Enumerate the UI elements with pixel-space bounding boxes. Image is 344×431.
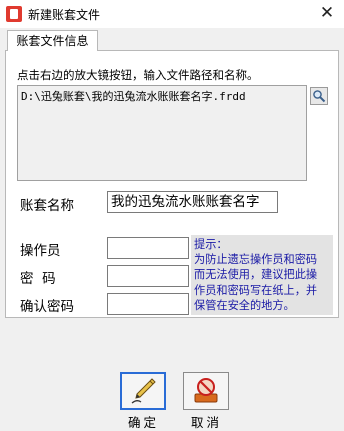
tab-panel: 点击右边的放大镜按钮，输入文件路径和名称。 D:\迅兔账套\我的迅兔流水账账套名…: [5, 50, 339, 318]
ok-button-label: 确定: [128, 415, 160, 430]
pen-nib-icon: [131, 378, 156, 404]
tab-account-file-info[interactable]: 账套文件信息: [7, 30, 98, 51]
file-path-field: D:\迅兔账套\我的迅兔流水账账套名字.frdd: [17, 85, 307, 181]
operator-label: 操作员: [20, 243, 61, 259]
magnifier-icon: [313, 90, 326, 103]
close-button[interactable]: ✕: [310, 0, 344, 28]
window-title: 新建账套文件: [28, 8, 101, 22]
browse-button[interactable]: [310, 87, 328, 105]
password-input[interactable]: [107, 265, 189, 287]
path-hint-text: 点击右边的放大镜按钮，输入文件路径和名称。: [17, 68, 259, 82]
password-label: 密 码: [20, 271, 56, 287]
operator-input[interactable]: [107, 237, 189, 259]
tip-line: 作员和密码写在纸上，并: [194, 283, 318, 297]
tip-line: 而无法使用，建议把此操: [194, 268, 318, 282]
cancel-button-label: 取消: [191, 415, 223, 430]
tip-box: 提示： 为防止遗忘操作员和密码 而无法使用，建议把此操 作员和密码写在纸上，并 …: [191, 235, 333, 315]
confirm-password-input[interactable]: [107, 293, 189, 315]
tip-line: 为防止遗忘操作员和密码: [194, 253, 318, 267]
account-name-label: 账套名称: [20, 198, 74, 214]
ok-button[interactable]: [120, 372, 166, 410]
cancel-button[interactable]: [183, 372, 229, 410]
confirm-password-label: 确认密码: [20, 299, 74, 315]
cancel-stamp-icon: [194, 378, 218, 403]
title-bar: 新建账套文件 ✕: [0, 0, 344, 28]
account-name-input[interactable]: 我的迅兔流水账账套名字: [107, 191, 278, 213]
app-icon: [6, 6, 22, 22]
tip-line: 保管在安全的地方。: [194, 298, 295, 312]
tip-line: 提示：: [194, 238, 228, 251]
